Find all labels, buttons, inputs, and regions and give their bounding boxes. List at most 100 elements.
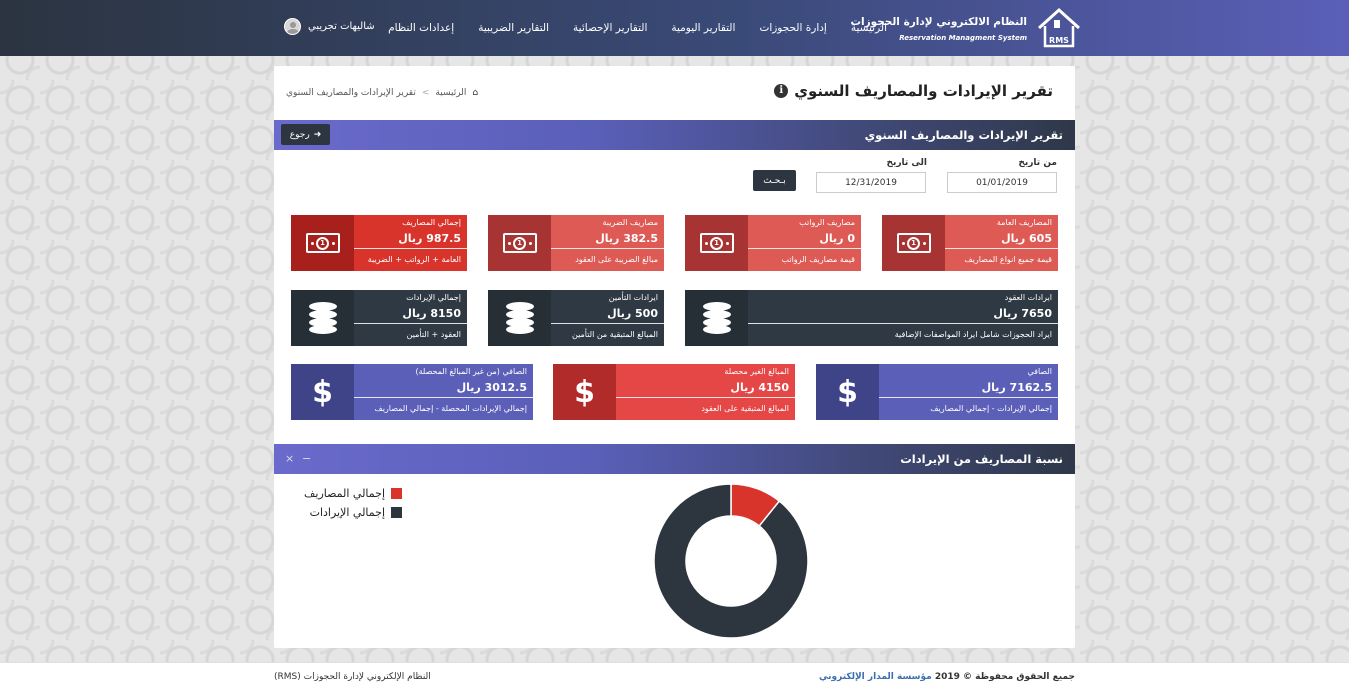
stat-value: 500 ريال [607, 307, 658, 320]
report-section-title: تقرير الإيرادات والمصاريف السنوي [864, 128, 1063, 142]
arrow-right-icon: ➜ [313, 129, 322, 140]
legend-item[interactable]: إجمالي الإيرادات [304, 506, 403, 519]
stat-contracts-revenue: ايرادات العقود 7650 ريال ايراد الحجوزات … [685, 290, 1058, 346]
stat-value: 3012.5 ريال [456, 381, 527, 394]
stat-desc: إجمالي الإيرادات - إجمالي المصاريف [930, 404, 1052, 413]
legend-item[interactable]: إجمالي المصاريف [304, 487, 403, 500]
breadcrumb-separator: > [421, 88, 430, 98]
stat-value: 0 ريال [819, 232, 855, 245]
close-icon[interactable]: × [285, 452, 294, 465]
breadcrumb-current: تقرير الإيرادات والمصاريف السنوي [286, 88, 416, 98]
stat-net: $ الصافي 7162.5 ريال إجمالي الإيرادات - … [816, 364, 1058, 420]
menu-item-system-settings[interactable]: إعدادات النظام [388, 22, 454, 34]
page-title: تقرير الإيرادات والمصاريف السنوي i [774, 82, 1053, 100]
stat-value: 4150 ريال [730, 381, 789, 394]
menu-item-reservations[interactable]: إدارة الحجوزات [759, 22, 826, 34]
brand-subtitle: Reservation Managment System [899, 34, 1027, 42]
stat-desc: قيمة مصاريف الرواتب [781, 255, 855, 264]
stat-label: الصافي (من غير المبالغ المحصلة) [415, 367, 527, 376]
donut-chart [653, 483, 809, 639]
stat-label: مصاريف الرواتب [799, 218, 855, 227]
menu-item-daily-reports[interactable]: التقارير اليومية [671, 22, 735, 34]
legend-swatch [391, 488, 403, 499]
avatar [284, 18, 301, 35]
stat-insurance-revenue: ايرادات التأمين 500 ريال المبالغ المتبقي… [488, 290, 664, 346]
money-bill-icon: 1 [488, 215, 551, 271]
pie-slice-1[interactable] [653, 483, 809, 639]
main-panel: تقرير الإيرادات والمصاريف السنوي i ⌂ الر… [274, 66, 1075, 648]
user-name: شاليهات تجريبي [308, 21, 375, 32]
stat-desc: العامة + الرواتب + الضريبة [367, 255, 461, 264]
legend-label: إجمالي الإيرادات [309, 506, 386, 519]
home-icon: ⌂ [472, 88, 479, 98]
stat-salary-expenses: 1 مصاريف الرواتب 0 ريال قيمة مصاريف الرو… [685, 215, 861, 271]
money-bill-icon: 1 [291, 215, 354, 271]
stat-value: 987.5 ريال [398, 232, 461, 245]
stat-value: 7650 ريال [993, 307, 1052, 320]
top-navbar: RMS النظام الالكتروني لإدارة الحجوزات Re… [0, 0, 1349, 56]
back-button[interactable]: ➜ رجوع [281, 124, 330, 145]
from-date-label: من تاريخ [1018, 158, 1057, 168]
to-date-input[interactable] [816, 172, 926, 193]
back-button-label: رجوع [289, 129, 310, 140]
menu-item-tax-reports[interactable]: التقارير الضريبية [478, 22, 549, 34]
stat-desc: مبالغ الضريبة على العقود [575, 255, 658, 264]
footer: جميع الحقوق محفوظة © 2019 مؤسسة المدار ا… [0, 662, 1349, 692]
stat-label: المصاريف العامة [996, 218, 1052, 227]
brand-logo-text: RMS [1049, 36, 1069, 45]
stat-desc: قيمة جميع انواع المصاريف [964, 255, 1052, 264]
money-bill-icon: 1 [685, 215, 748, 271]
page-title-text: تقرير الإيرادات والمصاريف السنوي [794, 82, 1053, 100]
dollar-icon: $ [816, 364, 879, 420]
footer-system-name: النظام الإلكتروني لإدارة الحجوزات (RMS) [274, 672, 431, 682]
stat-label: ايرادات التأمين [608, 293, 658, 302]
stat-value: 382.5 ريال [595, 232, 658, 245]
menu-item-home[interactable]: الرئيسية [851, 22, 887, 34]
stat-total-expenses: 1 إجمالي المصاريف 987.5 ريال العامة + ال… [291, 215, 467, 271]
database-icon [488, 290, 551, 346]
stat-value: 7162.5 ريال [981, 381, 1052, 394]
stat-uncollected: $ المبالغ الغير محصلة 4150 ريال المبالغ … [553, 364, 795, 420]
stat-label: إجمالي الإيرادات [406, 293, 461, 302]
menu-item-statistical-reports[interactable]: التقارير الإحصائية [573, 22, 647, 34]
from-date-input[interactable] [947, 172, 1057, 193]
money-bill-icon: 1 [882, 215, 945, 271]
stat-desc: العقود + التأمين [406, 330, 461, 339]
info-icon[interactable]: i [774, 84, 789, 98]
stat-label: مصاريف الضريبة [602, 218, 658, 227]
footer-company-link[interactable]: مؤسسة المدار الإلكتروني [819, 672, 932, 682]
stat-label: ايرادات العقود [1004, 293, 1052, 302]
stat-desc: ايراد الحجوزات شامل ايراد المواصفات الإض… [894, 330, 1052, 339]
chart-section-title: نسبة المصاريف من الإيرادات [900, 452, 1063, 466]
chart-legend: إجمالي المصاريف إجمالي الإيرادات [304, 487, 403, 525]
dollar-icon: $ [553, 364, 616, 420]
breadcrumb: ⌂ الرئيسية > تقرير الإيرادات والمصاريف ا… [286, 88, 478, 98]
legend-swatch [391, 507, 403, 518]
report-section-bar: تقرير الإيرادات والمصاريف السنوي ➜ رجوع [274, 120, 1075, 150]
breadcrumb-home[interactable]: الرئيسية [435, 88, 466, 98]
footer-rights: جميع الحقوق محفوظة © 2019 [934, 672, 1075, 682]
dollar-icon: $ [291, 364, 354, 420]
database-icon [291, 290, 354, 346]
page-header: تقرير الإيرادات والمصاريف السنوي i ⌂ الر… [274, 66, 1075, 118]
chart-section-bar: نسبة المصاريف من الإيرادات − × [274, 444, 1075, 474]
house-logo-icon: RMS [1037, 7, 1081, 48]
stat-label: إجمالي المصاريف [402, 218, 461, 227]
stat-desc: المبالغ المتبقية على العقود [701, 404, 789, 413]
database-icon [685, 290, 748, 346]
stat-total-revenue: إجمالي الإيرادات 8150 ريال العقود + التأ… [291, 290, 467, 346]
stat-value: 605 ريال [1001, 232, 1052, 245]
to-date-label: الى تاريخ [886, 158, 927, 168]
stat-desc: المبالغ المتبقية من التأمين [572, 330, 658, 339]
stat-label: المبالغ الغير محصلة [724, 367, 789, 376]
stat-tax-expenses: 1 مصاريف الضريبة 382.5 ريال مبالغ الضريب… [488, 215, 664, 271]
search-button[interactable]: بـحـث [753, 170, 796, 191]
stat-general-expenses: 1 المصاريف العامة 605 ريال قيمة جميع انو… [882, 215, 1058, 271]
footer-copyright: جميع الحقوق محفوظة © 2019 مؤسسة المدار ا… [819, 672, 1075, 682]
stat-value: 8150 ريال [402, 307, 461, 320]
minimize-icon[interactable]: − [302, 452, 311, 465]
user-menu[interactable]: شاليهات تجريبي [284, 18, 375, 35]
brand[interactable]: RMS النظام الالكتروني لإدارة الحجوزات Re… [850, 6, 1081, 50]
legend-label: إجمالي المصاريف [304, 487, 386, 500]
stat-label: الصافي [1027, 367, 1052, 376]
